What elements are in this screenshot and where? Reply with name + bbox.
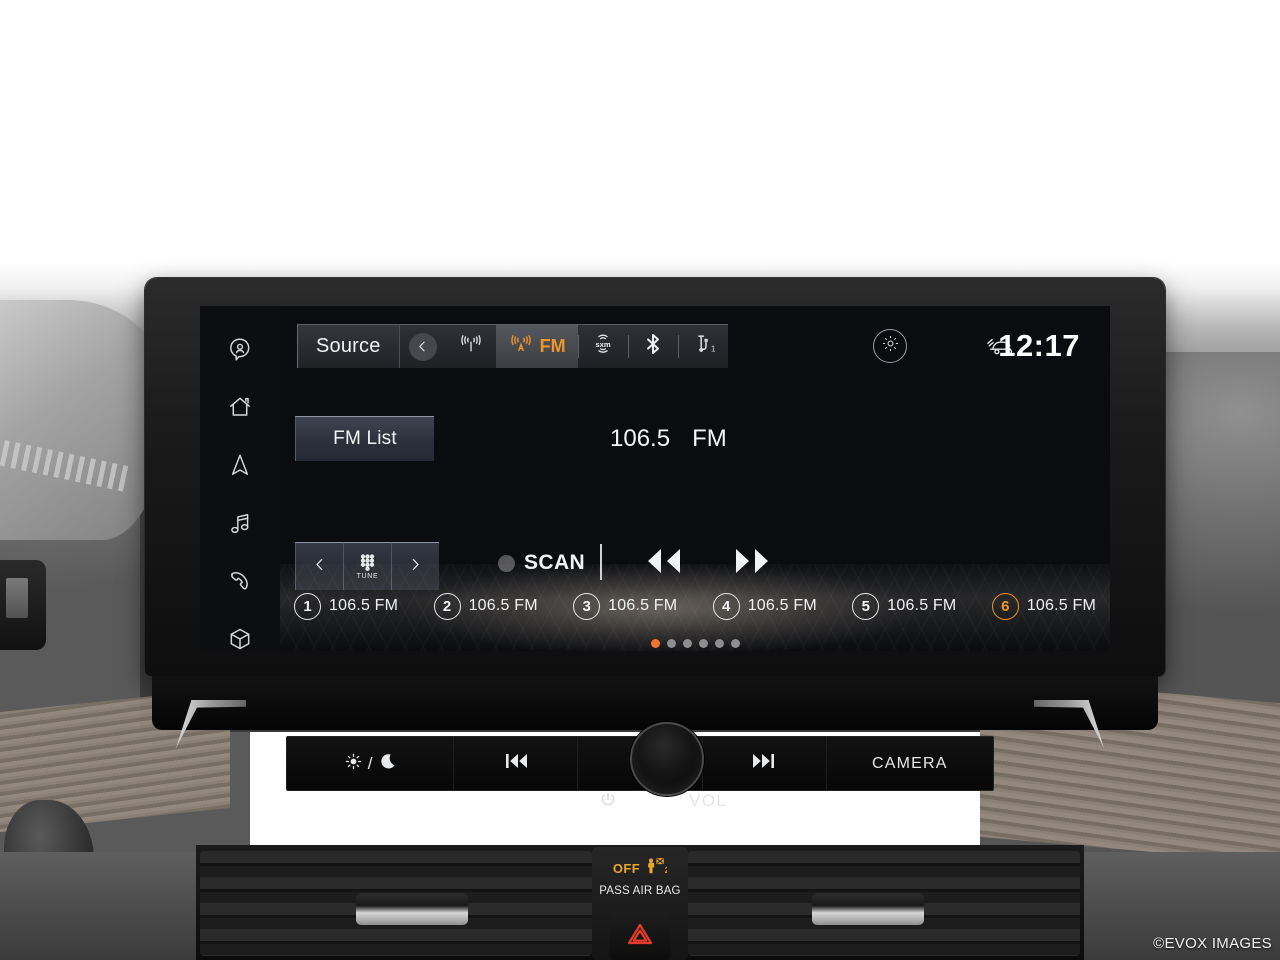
sidebar-item-home[interactable] bbox=[219, 394, 261, 425]
source-tab-usb[interactable]: 1 bbox=[677, 325, 728, 368]
preset-number: 2 bbox=[433, 592, 461, 620]
sidebar-item-profile[interactable] bbox=[219, 336, 261, 367]
volume-knob[interactable] bbox=[630, 722, 704, 796]
moon-icon bbox=[379, 753, 396, 775]
pagination-dot[interactable] bbox=[650, 639, 660, 648]
fm-antenna-icon bbox=[508, 332, 534, 361]
user-bubble-icon bbox=[227, 336, 253, 367]
watermark: ©EVOX IMAGES bbox=[1153, 935, 1272, 952]
camera-button-label: CAMERA bbox=[872, 754, 948, 772]
pagination-dot[interactable] bbox=[730, 639, 740, 648]
station-frequency: 106.5 bbox=[610, 424, 671, 452]
source-button[interactable]: Source bbox=[298, 325, 400, 368]
sidebar-item-navigation[interactable] bbox=[219, 452, 261, 483]
camera-button[interactable]: CAMERA bbox=[826, 737, 993, 790]
vent-thumbwheel-left[interactable] bbox=[356, 893, 468, 925]
preset-number: 6 bbox=[991, 592, 1019, 620]
source-tab-bluetooth[interactable] bbox=[627, 325, 678, 368]
next-track-button[interactable] bbox=[702, 737, 827, 790]
pagination-dot[interactable] bbox=[714, 639, 724, 648]
station-band: FM bbox=[692, 424, 727, 452]
console-side-left bbox=[0, 852, 200, 960]
preset-item[interactable]: 2 106.5 FM bbox=[433, 592, 538, 620]
skip-back-icon bbox=[503, 752, 529, 775]
preset-item[interactable]: 4 106.5 FM bbox=[712, 592, 817, 620]
svg-text:sxm: sxm bbox=[595, 340, 610, 349]
sun-icon bbox=[345, 753, 362, 775]
preset-number: 5 bbox=[852, 592, 880, 620]
center-vents: OFF 2 PASS AIR BAG bbox=[196, 845, 1084, 960]
svg-text:2: 2 bbox=[665, 866, 667, 875]
svg-text:1: 1 bbox=[710, 344, 715, 354]
preset-station: 106.5 FM bbox=[887, 597, 957, 614]
previous-track-button[interactable] bbox=[454, 737, 579, 790]
clock: 12:17 bbox=[998, 328, 1080, 363]
instrument-cluster-edge bbox=[0, 560, 46, 650]
navigation-arrow-icon bbox=[227, 452, 253, 483]
sidebar-item-apps[interactable] bbox=[219, 626, 261, 651]
preset-item[interactable]: 1 106.5 FM bbox=[294, 592, 399, 620]
pagination-dot[interactable] bbox=[666, 639, 676, 648]
sidebar-rail bbox=[200, 306, 280, 651]
infotainment-bezel: Source FM sxm 1 12:17 FM List 106.5 FM S… bbox=[145, 278, 1165, 676]
source-tab-sxm[interactable]: sxm bbox=[577, 325, 628, 368]
source-selector: Source FM sxm 1 bbox=[297, 324, 728, 368]
airbag-label: PASS AIR BAG bbox=[599, 885, 681, 897]
radio-antenna-icon bbox=[458, 332, 484, 361]
source-tab-fm[interactable]: FM bbox=[495, 325, 578, 368]
source-back-button[interactable] bbox=[400, 325, 446, 368]
siriusxm-icon: sxm bbox=[590, 332, 616, 361]
chevron-left-icon bbox=[408, 332, 437, 361]
settings-button[interactable] bbox=[873, 329, 907, 363]
hazard-button[interactable] bbox=[610, 913, 670, 960]
preset-item[interactable]: 3 106.5 FM bbox=[573, 592, 678, 620]
music-note-icon bbox=[227, 510, 253, 541]
preset-item[interactable]: 5 106.5 FM bbox=[852, 592, 957, 620]
preset-item[interactable]: 6 106.5 FM bbox=[991, 592, 1096, 620]
phone-icon bbox=[227, 568, 253, 599]
source-tab-fm-label: FM bbox=[539, 336, 566, 356]
cube-icon bbox=[227, 626, 253, 651]
screen-content: Source FM sxm 1 12:17 FM List 106.5 FM S… bbox=[280, 306, 1110, 651]
sidebar-item-phone[interactable] bbox=[219, 568, 261, 599]
source-tab-am[interactable] bbox=[446, 325, 496, 368]
pagination-dot[interactable] bbox=[698, 639, 708, 648]
day-night-separator: / bbox=[367, 753, 373, 773]
vent-thumbwheel-right[interactable] bbox=[812, 893, 924, 925]
preset-station: 106.5 FM bbox=[329, 597, 399, 614]
preset-list: 1 106.5 FM 2 106.5 FM 3 106.5 FM 4 106.5… bbox=[288, 586, 1102, 626]
hazard-triangle-icon bbox=[627, 922, 653, 951]
home-icon bbox=[227, 394, 253, 425]
gear-icon bbox=[881, 334, 900, 358]
volume-label: VOL bbox=[689, 791, 728, 810]
preset-number: 4 bbox=[712, 592, 740, 620]
preset-station: 106.5 FM bbox=[747, 597, 817, 614]
preset-station: 106.5 FM bbox=[468, 597, 538, 614]
preset-station: 106.5 FM bbox=[608, 597, 678, 614]
preset-station: 106.5 FM bbox=[1026, 597, 1096, 614]
bluetooth-icon bbox=[640, 332, 666, 361]
skip-forward-icon bbox=[751, 752, 777, 775]
airbag-status: OFF bbox=[612, 861, 641, 876]
passenger-airbag-off-icon: 2 bbox=[645, 856, 670, 881]
power-icon bbox=[599, 791, 619, 811]
preset-number: 3 bbox=[573, 592, 601, 620]
top-bar: Source FM sxm 1 12:17 bbox=[280, 324, 1110, 368]
pagination-dots[interactable] bbox=[280, 639, 1110, 648]
bezel-chin bbox=[152, 676, 1158, 730]
dashboard-scene: Source FM sxm 1 12:17 FM List 106.5 FM S… bbox=[0, 0, 1280, 960]
fm-list-button[interactable]: FM List bbox=[295, 416, 434, 461]
preset-number: 1 bbox=[294, 592, 321, 620]
source-tab-list: FM sxm 1 bbox=[399, 325, 728, 368]
pagination-dot[interactable] bbox=[682, 639, 692, 648]
sidebar-item-media[interactable] bbox=[219, 510, 261, 541]
day-night-button[interactable]: / bbox=[287, 737, 455, 790]
current-station: 106.5 FM bbox=[610, 416, 727, 461]
usb-icon: 1 bbox=[690, 332, 716, 361]
infotainment-screen[interactable]: Source FM sxm 1 12:17 FM List 106.5 FM S… bbox=[200, 306, 1110, 651]
